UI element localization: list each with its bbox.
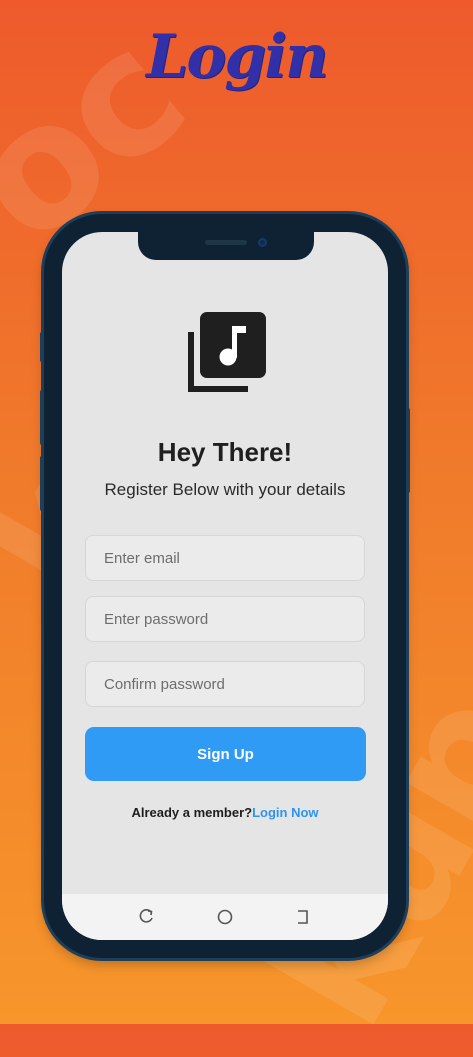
volume-down-button	[40, 456, 44, 511]
speaker-grille	[205, 240, 247, 245]
register-subtitle: Register Below with your details	[104, 480, 346, 499]
already-member-text: Already a member?	[131, 805, 253, 820]
phone-notch	[138, 232, 314, 260]
recent-apps-icon[interactable]	[136, 906, 158, 928]
power-button	[406, 408, 410, 493]
back-icon[interactable]	[292, 906, 314, 928]
login-prompt: Already a member?Login Now	[62, 805, 388, 820]
login-now-link[interactable]: Login Now	[252, 805, 318, 820]
email-field[interactable]	[85, 535, 365, 581]
confirm-password-field[interactable]	[85, 661, 365, 707]
greeting-heading: Hey There!	[157, 437, 293, 467]
sign-up-button[interactable]: Sign Up	[85, 727, 366, 781]
volume-up-button	[40, 390, 44, 445]
phone-screen: Hey There! Register Below with your deta…	[62, 232, 388, 940]
home-icon[interactable]	[214, 906, 236, 928]
music-library-icon	[188, 312, 266, 392]
page-title: Login	[146, 22, 329, 92]
phone-mockup: Hey There! Register Below with your deta…	[40, 214, 410, 958]
camera-icon	[258, 238, 267, 247]
android-navigation-bar	[62, 894, 388, 940]
mute-switch	[40, 332, 44, 362]
password-field[interactable]	[85, 596, 365, 642]
